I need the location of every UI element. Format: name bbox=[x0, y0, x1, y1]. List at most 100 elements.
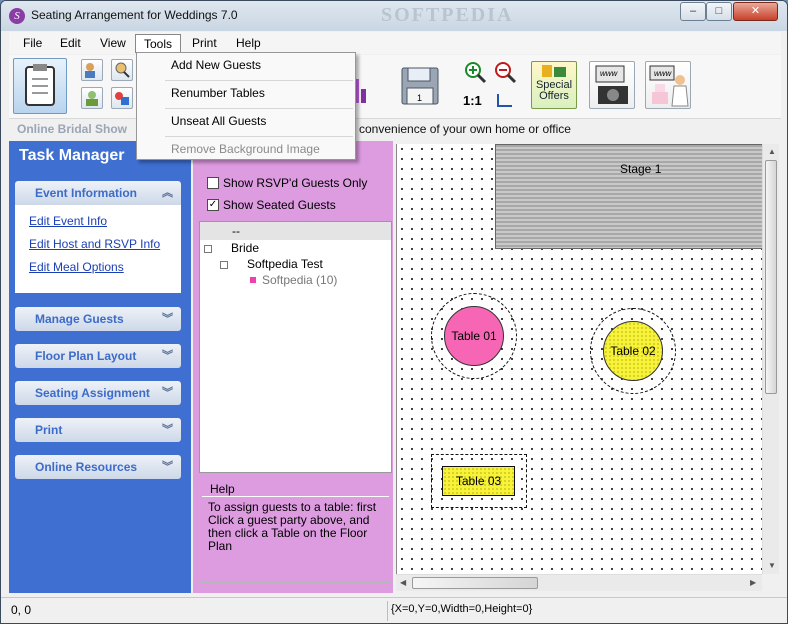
status-bar: 0, 0 {X=0,Y=0,Width=0,Height=0} bbox=[1, 597, 787, 623]
table-03-label: Table 03 bbox=[455, 474, 502, 488]
stage[interactable]: Stage 1 bbox=[495, 144, 763, 249]
scroll-down-icon[interactable]: ▼ bbox=[768, 561, 776, 570]
stage-label: Stage 1 bbox=[620, 162, 662, 176]
table-01[interactable]: Table 01 bbox=[444, 306, 504, 366]
checklist-button[interactable] bbox=[13, 58, 67, 114]
minimize-button[interactable]: – bbox=[680, 2, 706, 21]
horizontal-scroll-thumb[interactable] bbox=[412, 577, 538, 589]
tools-menu: Add New Guests Renumber Tables Unseat Al… bbox=[136, 52, 356, 160]
event-information-body: Edit Event Info Edit Host and RSVP Info … bbox=[15, 205, 181, 293]
section-label: Floor Plan Layout bbox=[35, 349, 137, 363]
help-title: Help bbox=[210, 482, 235, 496]
section-label: Manage Guests bbox=[35, 312, 124, 326]
www-label-1: www bbox=[600, 69, 618, 78]
menu-item-unseat-all-guests[interactable]: Unseat All Guests bbox=[138, 109, 354, 136]
chevron-down-icon: ︾ bbox=[162, 424, 173, 436]
chevron-down-icon: ︾ bbox=[162, 387, 173, 399]
table-02-label: Table 02 bbox=[610, 344, 656, 358]
tree-node-bride[interactable]: Bride bbox=[231, 241, 259, 255]
banner-right-text: convenience of your own home or office bbox=[359, 122, 571, 136]
zoom-out-button[interactable] bbox=[493, 61, 517, 85]
menu-bar: File Edit View Tools Print Help bbox=[9, 32, 781, 54]
menu-item-add-new-guests[interactable]: Add New Guests bbox=[138, 53, 354, 80]
guests-button[interactable] bbox=[81, 59, 103, 81]
help-text: To assign guests to a table: first Click… bbox=[202, 496, 389, 582]
section-event-information[interactable]: Event Information ︽ bbox=[15, 181, 181, 205]
section-label: Print bbox=[35, 423, 63, 437]
menu-print[interactable]: Print bbox=[184, 34, 225, 53]
tree-header-label: -- bbox=[232, 224, 240, 238]
chevron-down-icon: ︾ bbox=[162, 461, 173, 473]
vertical-scrollbar[interactable]: ▲ ▼ bbox=[762, 144, 779, 574]
close-button[interactable]: ✕ bbox=[733, 2, 778, 21]
special-offers-button[interactable]: Special Offers bbox=[531, 61, 577, 109]
expand-toggle[interactable] bbox=[204, 245, 212, 253]
menu-view[interactable]: View bbox=[92, 34, 134, 53]
tree-node-party[interactable]: Softpedia Test bbox=[247, 257, 323, 271]
link-edit-event-info[interactable]: Edit Event Info bbox=[29, 214, 107, 228]
shapes-button[interactable] bbox=[111, 87, 133, 109]
scroll-up-icon[interactable]: ▲ bbox=[768, 147, 776, 156]
promo-banner: Online Bridal Show convenience of your o… bbox=[9, 119, 781, 139]
clipboard-icon bbox=[25, 64, 55, 106]
section-seating-assignment[interactable]: Seating Assignment ︾ bbox=[15, 381, 181, 405]
save-button[interactable]: 1 bbox=[399, 65, 441, 107]
scroll-right-icon[interactable]: ▶ bbox=[750, 578, 756, 587]
maximize-button[interactable]: □ bbox=[706, 2, 732, 21]
people-icon bbox=[85, 63, 95, 78]
show-rsvp-label: Show RSVP'd Guests Only bbox=[223, 176, 368, 190]
web-camera-button[interactable]: www bbox=[589, 61, 635, 109]
magnifier-icon bbox=[115, 62, 130, 78]
section-floor-plan-layout[interactable]: Floor Plan Layout ︾ bbox=[15, 344, 181, 368]
guest-tree[interactable]: -- Bride Softpedia Test Softpedia (10) bbox=[199, 221, 392, 473]
app-window: S Seating Arrangement for Weddings 7.0 S… bbox=[0, 0, 788, 624]
section-label: Event Information bbox=[35, 186, 138, 200]
link-edit-host-rsvp[interactable]: Edit Host and RSVP Info bbox=[29, 237, 160, 251]
horizontal-scrollbar[interactable]: ◀ ▶ bbox=[396, 574, 762, 591]
table-02[interactable]: Table 02 bbox=[603, 321, 663, 381]
expand-toggle[interactable] bbox=[220, 261, 228, 269]
pink-bullet-icon bbox=[250, 277, 256, 283]
app-icon: S bbox=[9, 8, 25, 24]
menu-help[interactable]: Help bbox=[228, 34, 269, 53]
search-button[interactable] bbox=[111, 59, 133, 81]
gift-icon bbox=[542, 65, 566, 77]
fit-button[interactable] bbox=[495, 91, 515, 109]
special-offers-label: Special Offers bbox=[535, 79, 573, 102]
vertical-scroll-thumb[interactable] bbox=[765, 160, 777, 394]
section-online-resources[interactable]: Online Resources ︾ bbox=[15, 455, 181, 479]
guest-pane: Show RSVP'd Guests Only ✓ Show Seated Gu… bbox=[193, 141, 393, 593]
help-box: Help To assign guests to a table: first … bbox=[199, 481, 392, 583]
watermark: SOFTPEDIA bbox=[381, 4, 514, 26]
zoom-in-button[interactable] bbox=[463, 61, 487, 85]
toolbar: 1 1:1 Special Offers www www bbox=[9, 55, 781, 119]
table-01-label: Table 01 bbox=[451, 329, 497, 343]
chevron-down-icon: ︾ bbox=[162, 350, 173, 362]
floor-plan-canvas[interactable]: Stage 1 Table 01 Table 02 Table 03 bbox=[396, 144, 763, 574]
save-badge: 1 bbox=[417, 93, 423, 103]
shapes-icon bbox=[115, 92, 129, 105]
zoom-actual-button[interactable]: 1:1 bbox=[463, 93, 482, 108]
section-manage-guests[interactable]: Manage Guests ︾ bbox=[15, 307, 181, 331]
section-print[interactable]: Print ︾ bbox=[15, 418, 181, 442]
chevron-up-icon: ︽ bbox=[162, 187, 173, 199]
table-03[interactable]: Table 03 bbox=[442, 466, 515, 496]
section-label: Seating Assignment bbox=[35, 386, 150, 400]
banner-left-text: Online Bridal Show bbox=[17, 122, 128, 136]
status-selection: {X=0,Y=0,Width=0,Height=0} bbox=[391, 603, 533, 615]
group-button[interactable] bbox=[81, 87, 103, 109]
menu-file[interactable]: File bbox=[15, 34, 50, 53]
task-manager-pane: Task Manager Event Information ︽ Edit Ev… bbox=[9, 141, 191, 593]
task-manager-title: Task Manager bbox=[19, 147, 125, 164]
menu-edit[interactable]: Edit bbox=[52, 34, 89, 53]
show-rsvp-checkbox[interactable] bbox=[207, 177, 219, 189]
show-seated-checkbox[interactable]: ✓ bbox=[207, 199, 219, 211]
tree-node-guest[interactable]: Softpedia (10) bbox=[262, 273, 337, 287]
menu-item-remove-background-image: Remove Background Image bbox=[171, 142, 320, 156]
scroll-left-icon[interactable]: ◀ bbox=[400, 578, 406, 587]
menu-tools[interactable]: Tools bbox=[135, 34, 182, 53]
title-bar: S Seating Arrangement for Weddings 7.0 S… bbox=[1, 1, 787, 31]
web-bride-button[interactable]: www bbox=[645, 61, 691, 109]
link-edit-meal-options[interactable]: Edit Meal Options bbox=[29, 260, 124, 274]
menu-item-renumber-tables[interactable]: Renumber Tables bbox=[138, 81, 354, 108]
